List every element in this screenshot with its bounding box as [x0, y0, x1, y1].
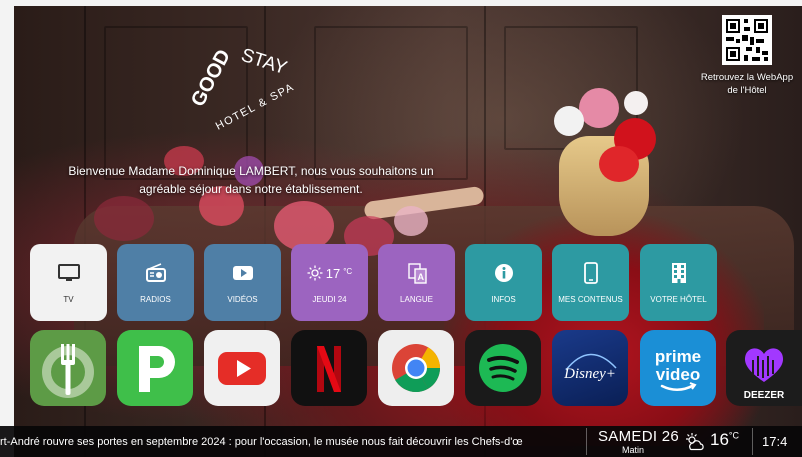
building-icon — [640, 262, 717, 284]
fork-icon — [42, 344, 94, 398]
youtube-app[interactable] — [204, 330, 280, 406]
tile-votre-hotel-label: VOTRE HÔTEL — [650, 295, 707, 304]
good-stay-logo: GOOD STAY HOTEL & SPA — [187, 45, 297, 133]
tile-langue[interactable]: A LANGUE — [378, 244, 455, 321]
logo-stay-text: STAY — [238, 45, 289, 80]
footer-temp-unit: °C — [728, 430, 740, 441]
parking-app[interactable] — [117, 330, 193, 406]
footer-divider — [586, 428, 587, 455]
tile-votre-hotel[interactable]: VOTRE HÔTEL — [640, 244, 717, 321]
logo-hotel-spa-text: HOTEL & SPA — [214, 81, 297, 133]
spotify-icon — [479, 344, 527, 392]
tile-weather[interactable]: 17 °C JEUDI 24 — [291, 244, 368, 321]
footer-bar: rt-André rouvre ses portes en septembre … — [0, 426, 802, 457]
welcome-line-2: agréable séjour dans notre établissement… — [139, 182, 363, 196]
disney-plus-icon: Disney+ — [563, 353, 617, 382]
tile-infos-label: INFOS — [491, 295, 516, 304]
netflix-app[interactable] — [291, 330, 367, 406]
tile-weather-temp: 17 — [325, 265, 341, 281]
prime-video-icon: prime video — [655, 347, 701, 391]
video-text: video — [656, 365, 700, 384]
footer-temperature: 16°C — [710, 430, 739, 450]
tile-weather-label: JEUDI 24 — [312, 295, 347, 304]
qr-code-icon — [726, 19, 768, 61]
webapp-qr-code — [722, 15, 772, 65]
tile-videos-label: VIDÉOS — [227, 295, 258, 304]
tile-radios[interactable]: RADIOS — [117, 244, 194, 321]
qr-caption-line-1: Retrouvez la WebApp — [700, 72, 794, 83]
restaurant-app[interactable] — [30, 330, 106, 406]
partly-cloudy-icon — [686, 433, 704, 451]
prime-video-app[interactable]: prime video — [640, 330, 716, 406]
footer-temp-value: 16 — [710, 430, 729, 449]
welcome-message: Bienvenue Madame Dominique LAMBERT, nous… — [56, 162, 446, 198]
video-play-icon — [204, 262, 281, 284]
disney-plus-text: Disney+ — [563, 366, 616, 382]
footer-divider — [752, 428, 753, 455]
smartphone-icon — [552, 262, 629, 284]
chrome-icon — [392, 344, 440, 393]
tile-weather-unit: °C — [343, 266, 353, 276]
welcome-line-1: Bienvenue Madame Dominique LAMBERT, nous… — [68, 164, 434, 178]
tile-mes-contenus-label: MES CONTENUS — [558, 295, 623, 304]
tile-tv[interactable]: TV — [30, 244, 107, 321]
tile-radios-label: RADIOS — [140, 295, 171, 304]
tile-videos[interactable]: VIDÉOS — [204, 244, 281, 321]
translate-icon: A — [378, 262, 455, 284]
qr-caption-line-2: de l'Hôtel — [727, 85, 767, 96]
prime-text: prime — [655, 347, 701, 366]
tile-tv-label: TV — [63, 295, 74, 304]
tile-infos[interactable]: INFOS — [465, 244, 542, 321]
spotify-app[interactable] — [465, 330, 541, 406]
tv-icon — [30, 262, 107, 284]
tile-langue-label: LANGUE — [400, 295, 433, 304]
netflix-icon — [317, 346, 341, 392]
deezer-app[interactable]: DEEZER — [726, 330, 802, 406]
info-icon — [465, 262, 542, 284]
chrome-app[interactable] — [378, 330, 454, 406]
deezer-heart-icon: DEEZER — [744, 348, 785, 401]
tile-mes-contenus[interactable]: MES CONTENUS — [552, 244, 629, 321]
footer-period: Matin — [622, 445, 645, 455]
qr-caption: Retrouvez la WebApp de l'Hôtel — [688, 71, 802, 97]
logo-good-text: GOOD — [187, 46, 235, 110]
radio-icon — [117, 262, 194, 284]
svg-text:A: A — [417, 272, 424, 282]
disney-plus-app[interactable]: Disney+ — [552, 330, 628, 406]
youtube-icon — [218, 352, 266, 385]
p-letter-icon — [139, 346, 175, 392]
footer-clock: 17:4 — [762, 434, 788, 449]
window-left-border — [0, 0, 14, 457]
news-ticker: rt-André rouvre ses portes en septembre … — [0, 436, 523, 448]
sun-icon — [307, 265, 323, 281]
deezer-text: DEEZER — [744, 390, 785, 401]
footer-date: SAMEDI 26 — [598, 428, 680, 445]
